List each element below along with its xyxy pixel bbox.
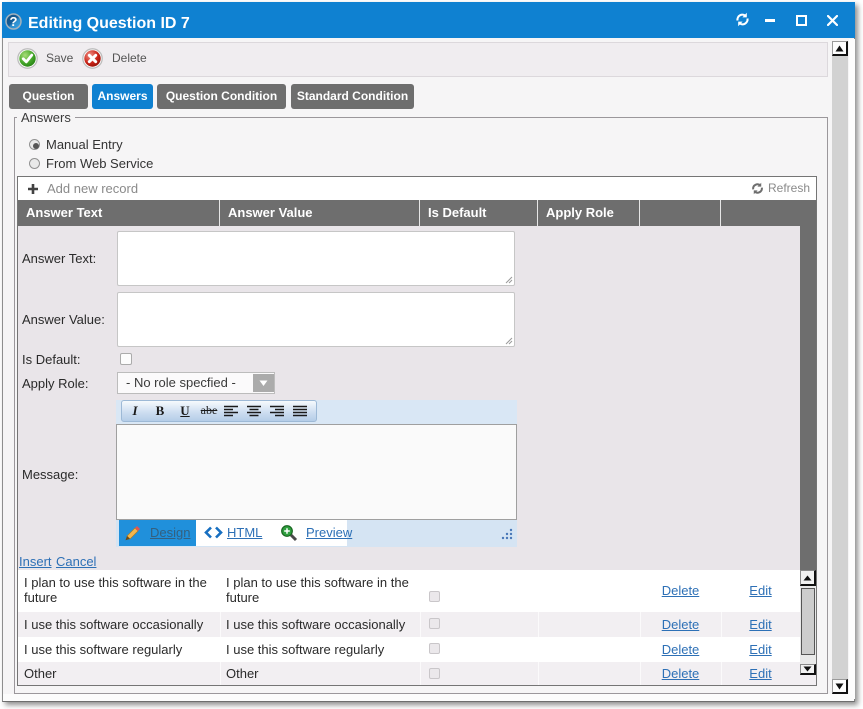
svg-text:?: ? [10,14,18,29]
